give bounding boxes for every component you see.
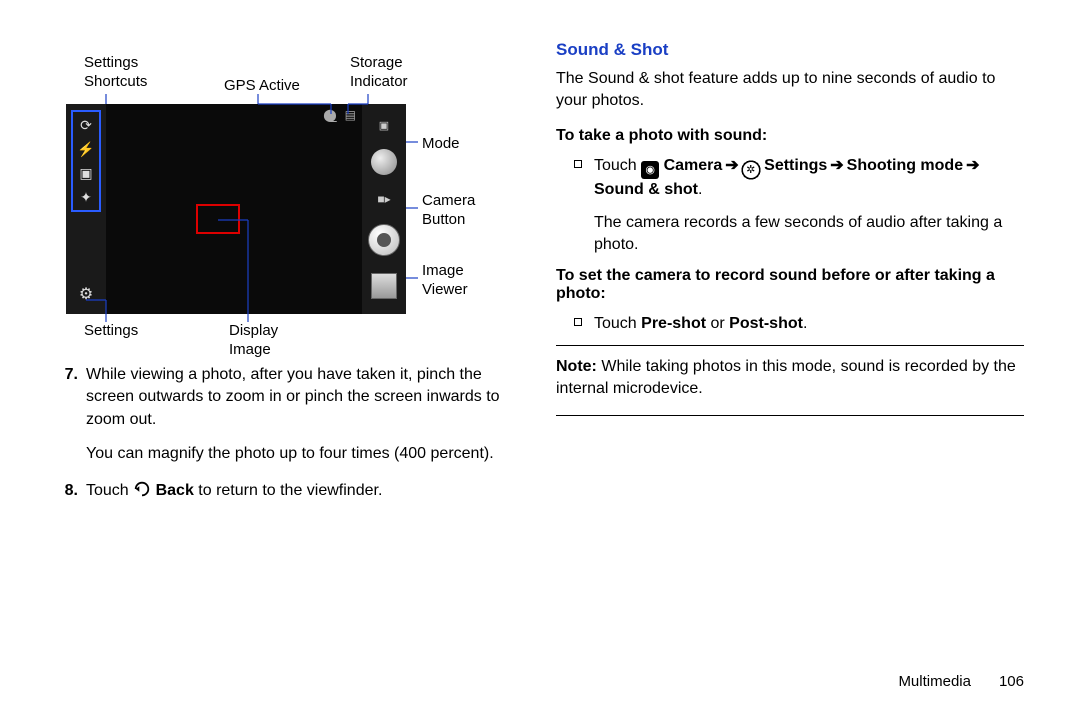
shutter-button-icon: [368, 224, 400, 256]
label-image-viewer: Image Viewer: [422, 262, 468, 300]
note-label: Note:: [556, 358, 597, 375]
bold-text: Sound & shot: [594, 181, 698, 198]
step-8: 8. Touch Back to return to the viewfinde…: [56, 480, 516, 502]
bold-text: Back: [151, 482, 194, 499]
text: Touch: [594, 315, 641, 332]
bullet-marker: [574, 318, 582, 326]
text: to return to the viewfinder.: [194, 482, 383, 499]
note-text: While taking photos in this mode, sound …: [556, 358, 1016, 397]
flash-icon: ⚡: [77, 142, 94, 156]
subheading-1: To take a photo with sound:: [556, 127, 1024, 145]
bold-text: Shooting mode: [847, 157, 963, 174]
step-text: Touch Back to return to the viewfinder.: [86, 480, 516, 502]
intro-para: The Sound & shot feature adds up to nine…: [556, 68, 1024, 113]
camera-viewfinder: ⬤̲ ▤ ⟳ ⚡ ▣ ✦ ⚙ ▣ ■▸: [66, 104, 406, 314]
label-camera-button: Camera Button: [422, 192, 475, 230]
step-number: 8.: [56, 480, 78, 502]
divider: [556, 345, 1024, 346]
label-settings: Settings: [84, 322, 138, 341]
note-para: Note: While taking photos in this mode, …: [556, 356, 1024, 401]
shortcuts-highlight: ⟳ ⚡ ▣ ✦: [71, 110, 101, 212]
footer-section: Multimedia: [898, 673, 971, 690]
storage-card-icon: ▤: [345, 108, 356, 122]
back-icon: [133, 481, 151, 497]
switch-camera-icon: ⟳: [80, 118, 92, 132]
brightness-icon: ✦: [80, 190, 92, 204]
bullet-1: Touch ◉ Camera ➔ ✲ Settings ➔ Shooting m…: [574, 155, 1024, 257]
step-number: 7.: [56, 364, 78, 431]
page-footer: Multimedia 106: [898, 673, 1024, 690]
gps-pin-icon: ⬤̲: [323, 108, 336, 122]
sub-text: The camera records a few seconds of audi…: [594, 214, 1002, 253]
subheading-2: To set the camera to record sound before…: [556, 267, 1024, 303]
camera-diagram: Settings Shortcuts GPS Active Storage In…: [66, 40, 486, 330]
gallery-thumb-icon: [371, 273, 397, 299]
bold-text: Camera: [659, 157, 722, 174]
label-display-image: Display Image: [229, 322, 278, 360]
text: or: [706, 315, 729, 332]
arrow: ➔: [963, 155, 982, 177]
step-7-sub: You can magnify the photo up to four tim…: [86, 443, 516, 465]
text: .: [698, 181, 702, 198]
label-storage-indicator: Storage Indicator: [350, 54, 408, 92]
still-icon: ▣: [379, 119, 389, 132]
bullet-text: Touch ◉ Camera ➔ ✲ Settings ➔ Shooting m…: [594, 155, 1024, 257]
label-settings-shortcuts: Settings Shortcuts: [84, 54, 147, 92]
mode-dial-icon: [371, 149, 397, 175]
label-mode: Mode: [422, 135, 460, 154]
metering-icon: ▣: [79, 166, 92, 180]
footer-page: 106: [999, 673, 1024, 690]
step-text: While viewing a photo, after you have ta…: [86, 364, 516, 431]
arrow: ➔: [722, 155, 741, 177]
text: Touch: [594, 157, 641, 174]
bullet-text: Touch Pre-shot or Post-shot.: [594, 313, 1024, 335]
label-gps-active: GPS Active: [224, 77, 300, 96]
settings-gear-icon: ✲: [742, 161, 760, 179]
text: .: [803, 315, 807, 332]
bullet-marker: [574, 160, 582, 168]
step-7: 7. While viewing a photo, after you have…: [56, 364, 516, 431]
bold-text: Pre-shot: [641, 315, 706, 332]
gear-icon: ⚙: [79, 284, 93, 304]
focus-rectangle: [196, 204, 240, 234]
bold-text: Post-shot: [729, 315, 803, 332]
divider: [556, 415, 1024, 416]
camera-icon: ◉: [641, 161, 659, 179]
bold-text: Settings: [760, 157, 828, 174]
video-icon: ■▸: [377, 192, 390, 206]
arrow: ➔: [827, 155, 846, 177]
bullet-2: Touch Pre-shot or Post-shot.: [574, 313, 1024, 335]
text: Touch: [86, 482, 133, 499]
section-heading: Sound & Shot: [556, 40, 1024, 60]
